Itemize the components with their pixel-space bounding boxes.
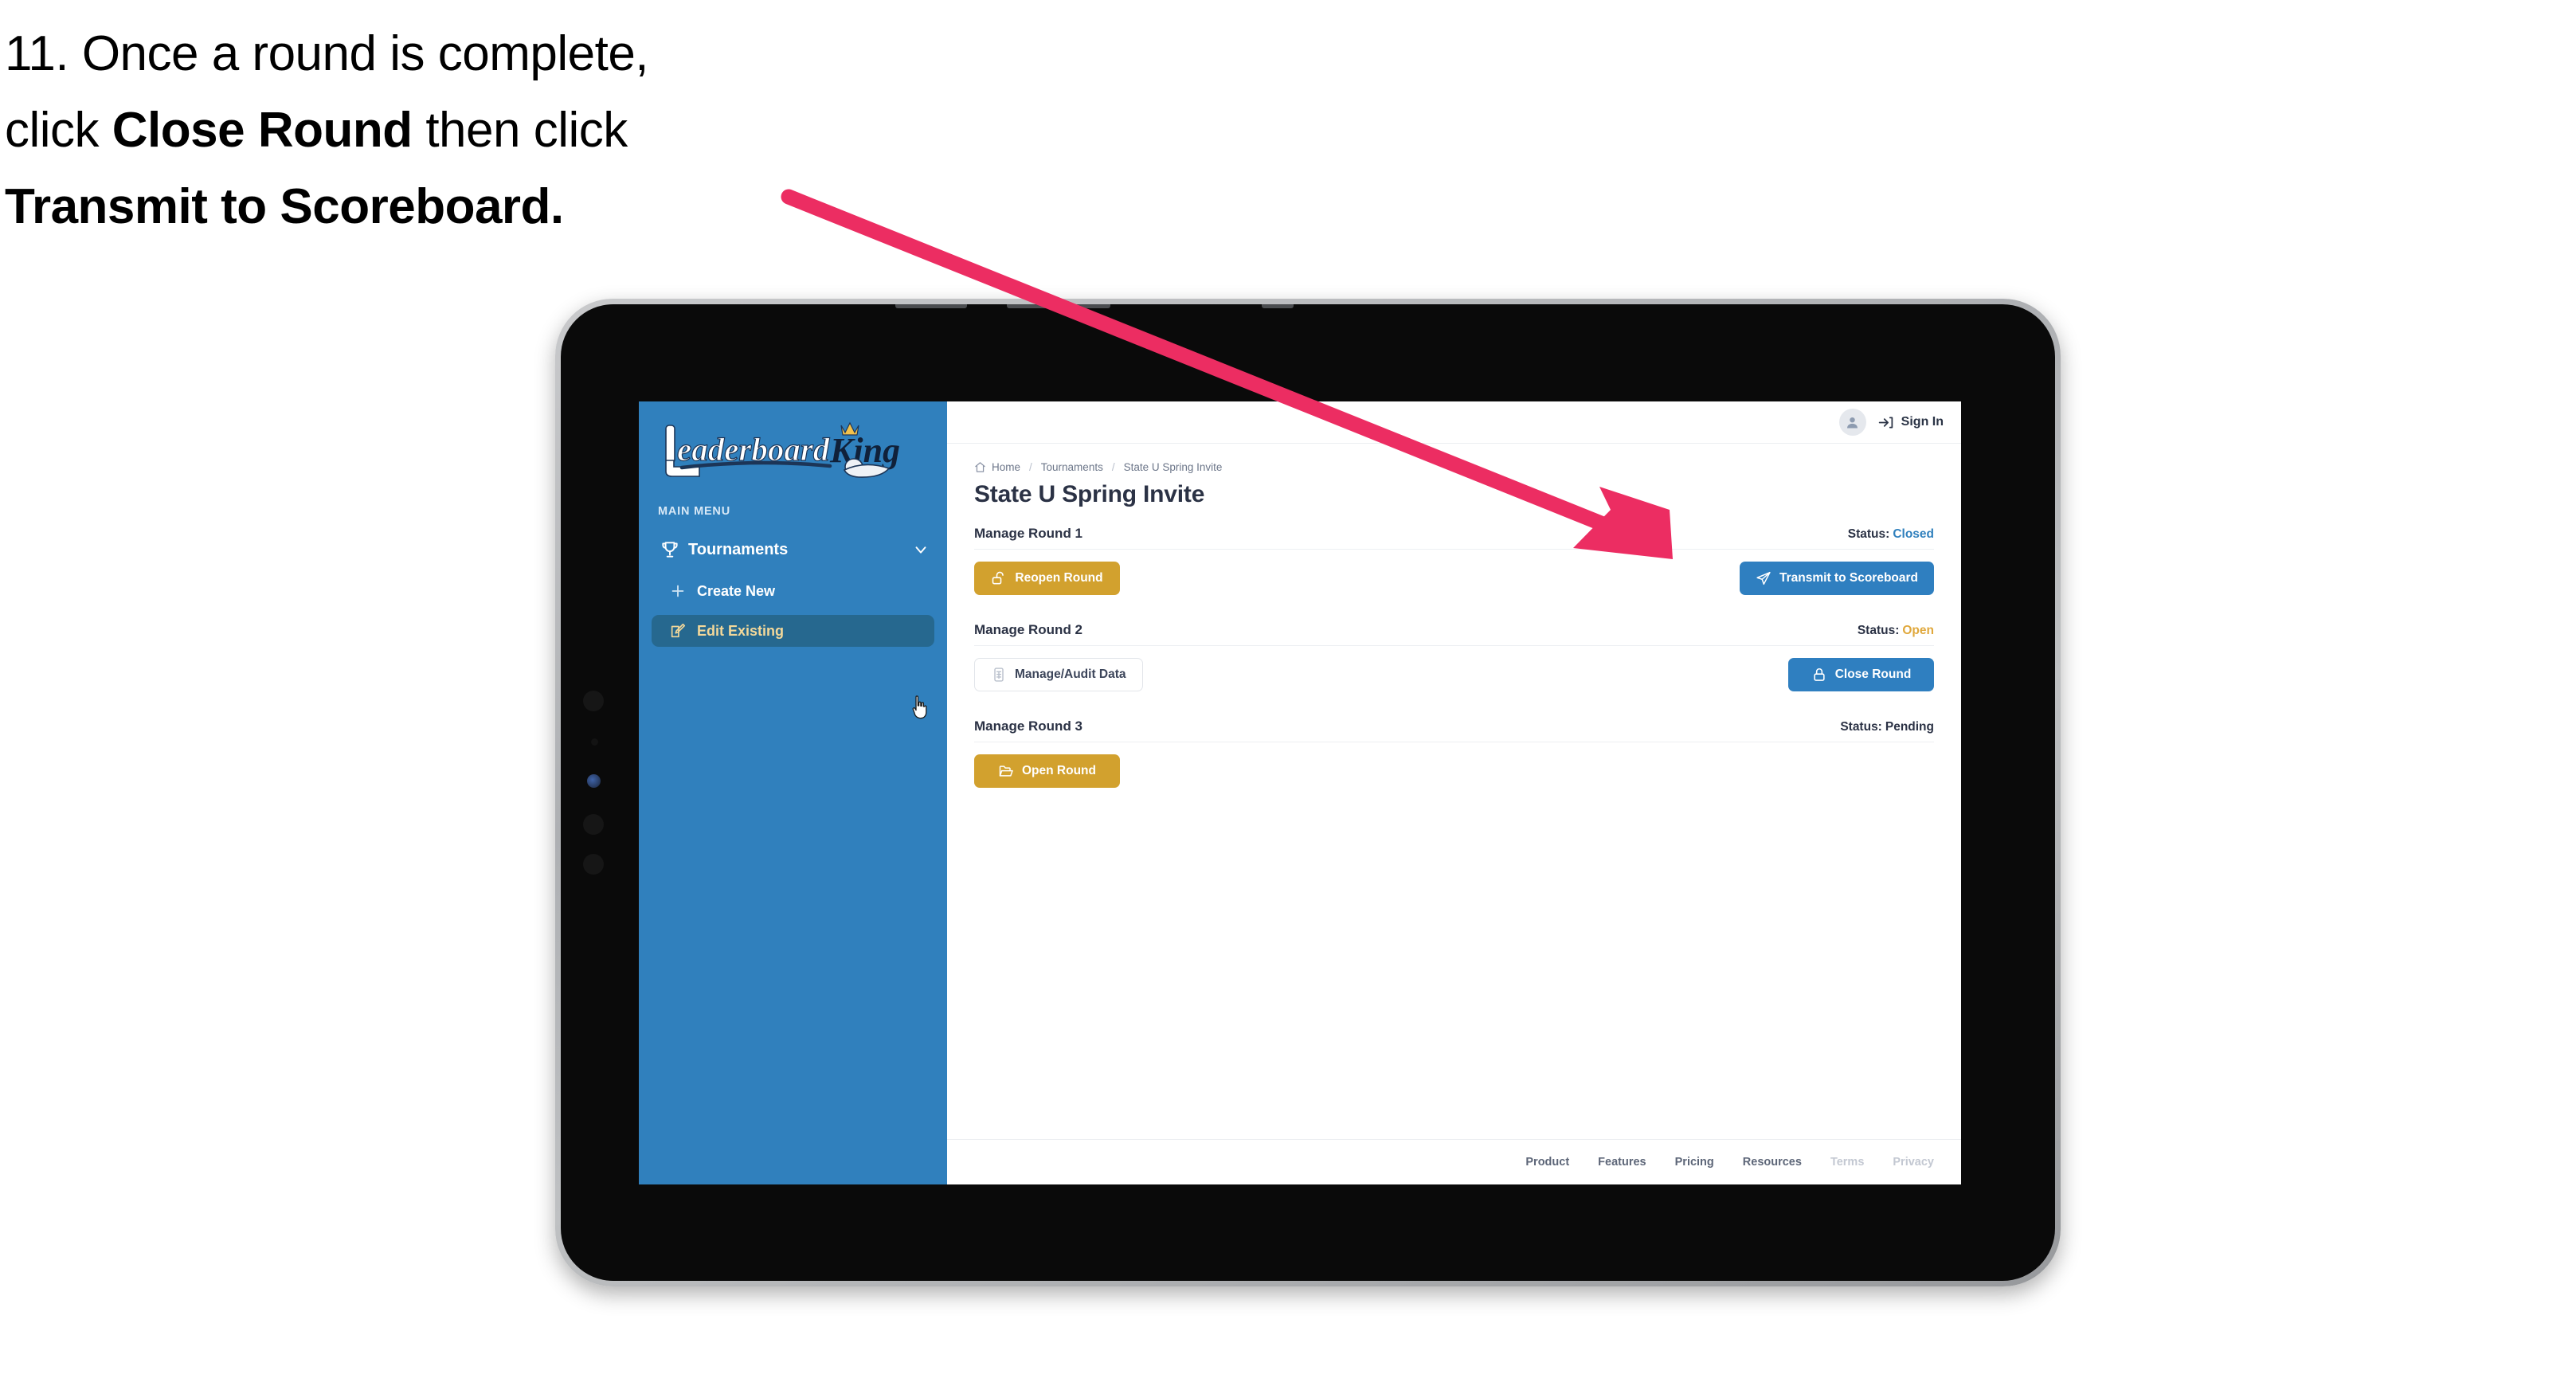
round-block-2: Manage Round 2 Status: Open Manage/Audit… <box>974 622 1934 691</box>
round-3-status-label: Status: <box>1840 720 1882 734</box>
footer-link-pricing[interactable]: Pricing <box>1675 1156 1714 1169</box>
top-bar: Sign In <box>947 401 1961 444</box>
sign-in-arrow-icon <box>1878 417 1893 428</box>
page-body: Home / Tournaments / State U Spring Invi… <box>947 444 1961 815</box>
main-content: Sign In Home / Tournaments / State U Spr… <box>947 401 1961 1184</box>
round-1-title: Manage Round 1 <box>974 526 1083 541</box>
front-camera-icon <box>583 691 604 711</box>
paper-plane-icon <box>1756 571 1771 585</box>
open-round-label: Open Round <box>1022 764 1096 777</box>
plus-icon <box>671 585 684 597</box>
round-2-status-value: Open <box>1902 624 1934 637</box>
open-round-button[interactable]: Open Round <box>974 754 1120 788</box>
footer-link-product[interactable]: Product <box>1525 1156 1569 1169</box>
tablet-screen: eaderboard King MAIN MENU Tournaments Cr… <box>639 401 1961 1184</box>
round-3-header: Manage Round 3 Status: Pending <box>974 718 1934 742</box>
breadcrumb-separator-1: / <box>1029 461 1032 473</box>
round-3-actions: Open Round <box>974 754 1934 788</box>
chevron-down-icon[interactable] <box>912 541 930 558</box>
caption-line-2-post: then click <box>412 103 628 159</box>
round-2-status: Status: Open <box>1858 624 1934 638</box>
round-3-status-value: Pending <box>1885 720 1934 734</box>
caption-bold-transmit: Transmit to Scoreboard. <box>5 179 564 235</box>
reopen-round-label: Reopen Round <box>1015 571 1103 585</box>
sign-in-label: Sign In <box>1901 415 1944 429</box>
caption-bold-close-round: Close Round <box>112 103 413 159</box>
sign-in-button[interactable]: Sign In <box>1877 414 1944 431</box>
round-1-header: Manage Round 1 Status: Closed <box>974 526 1934 550</box>
bezel-notch-left <box>895 304 967 308</box>
manage-audit-data-button[interactable]: Manage/Audit Data <box>974 658 1143 691</box>
round-2-status-label: Status: <box>1857 624 1900 637</box>
caption-line-2-pre: click <box>5 103 112 159</box>
caption-line-2: click Close Round then click <box>5 92 865 169</box>
sidebar-item-tournaments-label: Tournaments <box>688 540 789 558</box>
transmit-to-scoreboard-button[interactable]: Transmit to Scoreboard <box>1740 562 1934 595</box>
unlock-icon <box>992 571 1004 585</box>
sidebar-item-edit-existing[interactable]: Edit Existing <box>652 615 934 647</box>
tablet-device: eaderboard King MAIN MENU Tournaments Cr… <box>555 299 2061 1286</box>
footer-link-features[interactable]: Features <box>1598 1156 1646 1169</box>
round-2-header: Manage Round 2 Status: Open <box>974 622 1934 646</box>
round-block-1: Manage Round 1 Status: Closed Reopen Rou… <box>974 526 1934 595</box>
round-1-status-value: Closed <box>1893 527 1934 541</box>
round-1-status-label: Status: <box>1847 527 1890 541</box>
sidebar-item-edit-existing-label: Edit Existing <box>697 622 785 639</box>
round-1-actions: Reopen Round Transmit to Scoreboard <box>974 562 1934 595</box>
lock-icon <box>1814 668 1825 681</box>
breadcrumb-item-current: State U Spring Invite <box>1123 461 1223 473</box>
footer-link-privacy[interactable]: Privacy <box>1893 1156 1934 1169</box>
sidebar: eaderboard King MAIN MENU Tournaments Cr… <box>639 401 947 1184</box>
round-3-title: Manage Round 3 <box>974 718 1083 734</box>
sidebar-item-create-new-label: Create New <box>697 582 776 599</box>
round-2-actions: Manage/Audit Data Close Round <box>974 658 1934 691</box>
bezel-notch-right <box>1262 304 1294 308</box>
footer: Product Features Pricing Resources Terms… <box>947 1139 1961 1184</box>
mouse-pointer-hand-cursor <box>912 695 927 719</box>
page-title: State U Spring Invite <box>974 481 1205 507</box>
leaderboard-king-logo: eaderboard King <box>653 419 924 487</box>
round-block-3: Manage Round 3 Status: Pending Open Roun… <box>974 718 1934 788</box>
round-1-status: Status: Closed <box>1848 527 1934 542</box>
breadcrumb-item-tournaments[interactable]: Tournaments <box>1041 461 1103 473</box>
home-icon[interactable] <box>974 461 986 473</box>
instruction-caption: 11. Once a round is complete, click Clos… <box>5 16 865 245</box>
reopen-round-button[interactable]: Reopen Round <box>974 562 1120 595</box>
trophy-icon <box>662 542 678 558</box>
svg-text:King: King <box>829 431 900 470</box>
user-avatar-icon[interactable] <box>1838 409 1866 436</box>
caption-line-1: 11. Once a round is complete, <box>5 26 649 81</box>
close-round-label: Close Round <box>1834 668 1912 681</box>
round-3-status: Status: Pending <box>1840 720 1934 734</box>
edit-square-icon <box>671 623 686 638</box>
bezel-notch-mid <box>1007 304 1110 308</box>
bezel-dot-lower-2 <box>583 854 604 875</box>
spreadsheet-icon <box>994 668 1004 682</box>
breadcrumb: Home / Tournaments / State U Spring Invi… <box>974 461 1934 473</box>
tablet-bezel: eaderboard King MAIN MENU Tournaments Cr… <box>561 304 2055 1281</box>
manage-audit-data-label: Manage/Audit Data <box>1015 668 1126 681</box>
close-round-button[interactable]: Close Round <box>1788 658 1934 691</box>
footer-link-terms[interactable]: Terms <box>1830 1156 1864 1169</box>
sidebar-item-tournaments[interactable]: Tournaments <box>656 535 933 564</box>
breadcrumb-item-home[interactable]: Home <box>992 461 1020 473</box>
breadcrumb-separator-2: / <box>1111 461 1115 473</box>
bezel-dot-lower-1 <box>583 814 604 835</box>
round-2-title: Manage Round 2 <box>974 622 1083 637</box>
footer-link-resources[interactable]: Resources <box>1743 1156 1802 1169</box>
status-led-icon <box>587 774 601 788</box>
sidebar-item-create-new[interactable]: Create New <box>652 575 934 607</box>
sensor-dot-icon <box>591 738 598 746</box>
transmit-to-scoreboard-label: Transmit to Scoreboard <box>1779 571 1918 585</box>
sidebar-menu-label: MAIN MENU <box>658 505 730 518</box>
open-folder-icon <box>999 765 1013 777</box>
